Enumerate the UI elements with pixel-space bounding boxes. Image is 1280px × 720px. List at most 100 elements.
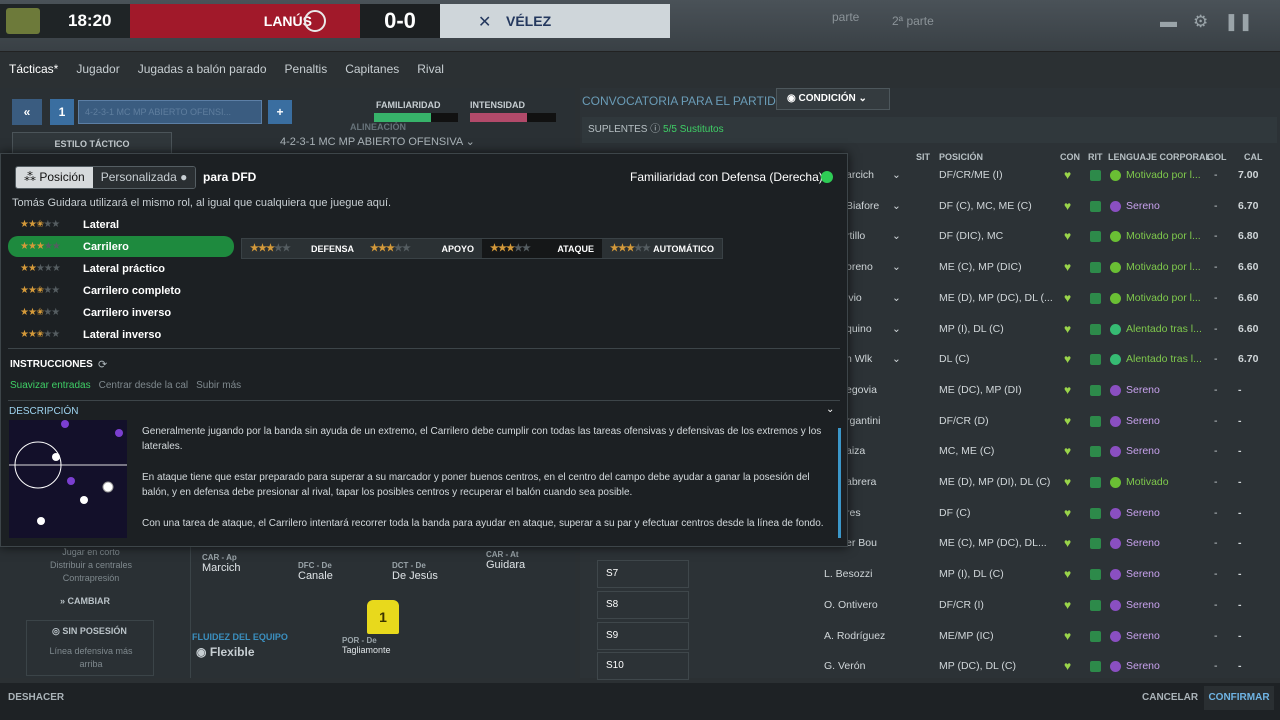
role-option[interactable]: ★★★★★ Carrilero [8, 236, 234, 257]
change-button[interactable]: » CAMBIAR [60, 596, 110, 606]
tactic-slot-button[interactable]: 1 [50, 99, 74, 125]
role-option[interactable]: ★★★★★ Lateral práctico [8, 258, 234, 279]
role-option[interactable]: ★★✬★★ Carrilero completo [8, 280, 234, 301]
toolbar-icons: ▬ ⚙ ❚❚ [1160, 12, 1253, 32]
player-name: abrera [846, 476, 877, 488]
face-icon [1110, 630, 1121, 642]
confirm-button[interactable]: CONFIRMAR [1204, 686, 1274, 710]
table-row[interactable]: L. Besozzi MP (I), DL (C) ♥ Sereno - - [824, 559, 1278, 589]
tab-captains[interactable]: Capitanes [336, 58, 408, 82]
cancel-button[interactable]: CANCELAR [1142, 692, 1198, 703]
table-row[interactable]: abrera ME (D), MP (DI), DL (C) ♥ Motivado - - [846, 467, 1278, 497]
table-row[interactable]: res DF (C) ♥ Sereno - - [846, 498, 1278, 528]
sub-slot[interactable]: S9 [597, 621, 689, 650]
table-row[interactable]: rtillo ⌄ DF (DIC), MC ♥ Motivado por l... - 6.… [846, 221, 1278, 251]
role-option[interactable]: ★★✬★★ Carrilero inverso [8, 302, 234, 323]
table-row[interactable]: lvio ⌄ ME (D), MP (DC), DL (... ♥ Motivado p… [846, 283, 1278, 313]
table-row[interactable]: arcich ⌄ DF/CR/ME (I) ♥ Motivado por l... - 7.… [846, 160, 1278, 190]
out-of-possession-label: SIN POSESIÓN [62, 626, 127, 636]
body-language-text: Alentado tras l... [1126, 322, 1202, 335]
table-row[interactable]: n Wlk ⌄ DL (C) ♥ Alentado tras l... - 6.70 [846, 344, 1278, 374]
player-name: Biafore [846, 199, 880, 212]
description-paragraph: En ataque tiene que estar preparado para… [142, 472, 810, 498]
role-option[interactable]: ★★✬★★ Lateral inverso [8, 324, 234, 345]
sub-slot[interactable]: S7 [597, 560, 689, 589]
chevron-down-icon: ⌄ [892, 291, 901, 304]
table-row[interactable]: quino ⌄ MP (I), DL (C) ♥ Alentado tras l... -… [846, 314, 1278, 344]
condition-dropdown[interactable]: ◉ CONDICIÓN ⌄ [776, 88, 890, 110]
instruction-item[interactable]: Suavizar entradas [10, 380, 91, 391]
duty-label: AUTOMÁTICO [653, 243, 714, 254]
divider [8, 400, 840, 401]
rating-text: 6.60 [1238, 291, 1259, 304]
player-slot-canale[interactable]: DFC - De Canale [298, 561, 333, 582]
heart-icon: ♥ [1064, 352, 1072, 367]
custom-tab[interactable]: Personalizada ● [92, 167, 196, 188]
pause-icon[interactable]: ❚❚ [1224, 12, 1253, 32]
gear-icon[interactable]: ⚙ [1193, 12, 1208, 32]
table-row[interactable]: rgantini DF/CR (D) ♥ Sereno - - [846, 406, 1278, 436]
truck-icon[interactable]: ▬ [1160, 12, 1177, 32]
goals-text: - [1214, 353, 1218, 366]
table-row[interactable]: O. Ontivero DF/CR (I) ♥ Sereno - - [824, 590, 1278, 620]
table-row[interactable]: egovia ME (DC), MP (DI) ♥ Sereno - - [846, 375, 1278, 405]
player-slot-dejesus[interactable]: DCT - De De Jesús [392, 561, 438, 582]
tab-tactics[interactable]: Tácticas* [0, 58, 67, 82]
table-row[interactable]: oreno ⌄ ME (C), MP (DIC) ♥ Motivado por l...… [846, 252, 1278, 282]
goals-text: - [1214, 506, 1218, 519]
sub-slot[interactable]: S8 [597, 590, 689, 619]
rating-text: 6.70 [1238, 353, 1259, 366]
face-icon [1110, 384, 1121, 396]
duty-option[interactable]: ★★★★★ DEFENSA [242, 239, 362, 258]
goalkeeper-shirt[interactable]: 1 [367, 600, 399, 634]
body-language-text: Sereno [1126, 598, 1160, 611]
table-row[interactable]: A. Rodríguez ME/MP (IC) ♥ Sereno - - [824, 621, 1278, 651]
duty-option[interactable]: ★★★★★ APOYO [362, 239, 482, 258]
role-option[interactable]: ★★✬★★ Lateral [8, 214, 234, 235]
familiarity-indicator-icon [821, 171, 833, 183]
scrollbar[interactable] [838, 428, 841, 538]
goals-text: - [1214, 660, 1218, 673]
player-name: res [846, 506, 861, 519]
body-language-text: Sereno [1126, 506, 1160, 519]
sub-slot[interactable]: S10 [597, 652, 689, 681]
undo-button[interactable]: DESHACER [8, 692, 64, 703]
rating-text: - [1238, 537, 1242, 550]
face-icon [1110, 200, 1121, 212]
player-dot [37, 517, 45, 525]
add-tactic-button[interactable]: + [268, 100, 292, 124]
duty-option[interactable]: ★★★★★ AUTOMÁTICO [602, 239, 722, 258]
instruction-item[interactable]: Subir más [196, 380, 241, 391]
heart-icon: ♥ [1064, 198, 1072, 213]
back-button[interactable]: « [12, 99, 42, 125]
player-slot-tagliamonte[interactable]: POR - De Tagliamonte [342, 636, 391, 655]
duty-option[interactable]: ★★★★★ ATAQUE [482, 239, 602, 258]
tab-opponent[interactable]: Rival [408, 58, 453, 82]
tab-penalties[interactable]: Penaltis [276, 58, 337, 82]
refresh-icon[interactable]: ⟳ [98, 358, 107, 371]
team-fluidity-label: FLUIDEZ DEL EQUIPO [192, 632, 288, 642]
position-tab[interactable]: ⁂ Posición [16, 167, 93, 188]
goals-text: - [1214, 476, 1218, 488]
tab-player[interactable]: Jugador [67, 58, 128, 82]
table-row[interactable]: Biafore ⌄ DF (C), MC, ME (C) ♥ Sereno - 6.70 [846, 191, 1278, 221]
instruction-text: arriba [79, 659, 103, 669]
heart-icon: ♥ [1064, 168, 1072, 182]
player-slot-guidara[interactable]: CAR - At Guidara [486, 550, 525, 571]
face-icon [1110, 323, 1121, 335]
instruction-item[interactable]: Centrar desde la cal [99, 380, 189, 391]
player-slot-marcich[interactable]: CAR - Ap Marcich [202, 553, 241, 574]
chevron-down-icon: ⌄ [892, 261, 901, 274]
table-row[interactable]: G. Verón MP (DC), DL (C) ♥ Sereno - - [824, 651, 1278, 681]
table-row[interactable]: er Bou ME (C), MP (DC), DL... ♥ Sereno - - [846, 528, 1278, 558]
movement-dot [67, 477, 75, 485]
chevron-down-icon: ⌄ [892, 322, 901, 335]
chevron-down-icon[interactable]: ⌄ [826, 404, 834, 415]
rating-stars-icon: ★★★★★ [250, 243, 291, 254]
table-row[interactable]: aiza MC, ME (C) ♥ Sereno - - [846, 436, 1278, 466]
tab-set-pieces[interactable]: Jugadas a balón parado [129, 58, 276, 82]
formation-select[interactable]: 4-2-3-1 MC MP ABIERTO OFENSI... [78, 100, 262, 124]
formation-dropdown[interactable]: 4-2-3-1 MC MP ABIERTO OFENSIVA ⌄ [280, 135, 475, 148]
team-fluidity-value[interactable]: ◉ Flexible [196, 645, 255, 659]
rhythm-icon [1090, 415, 1101, 427]
